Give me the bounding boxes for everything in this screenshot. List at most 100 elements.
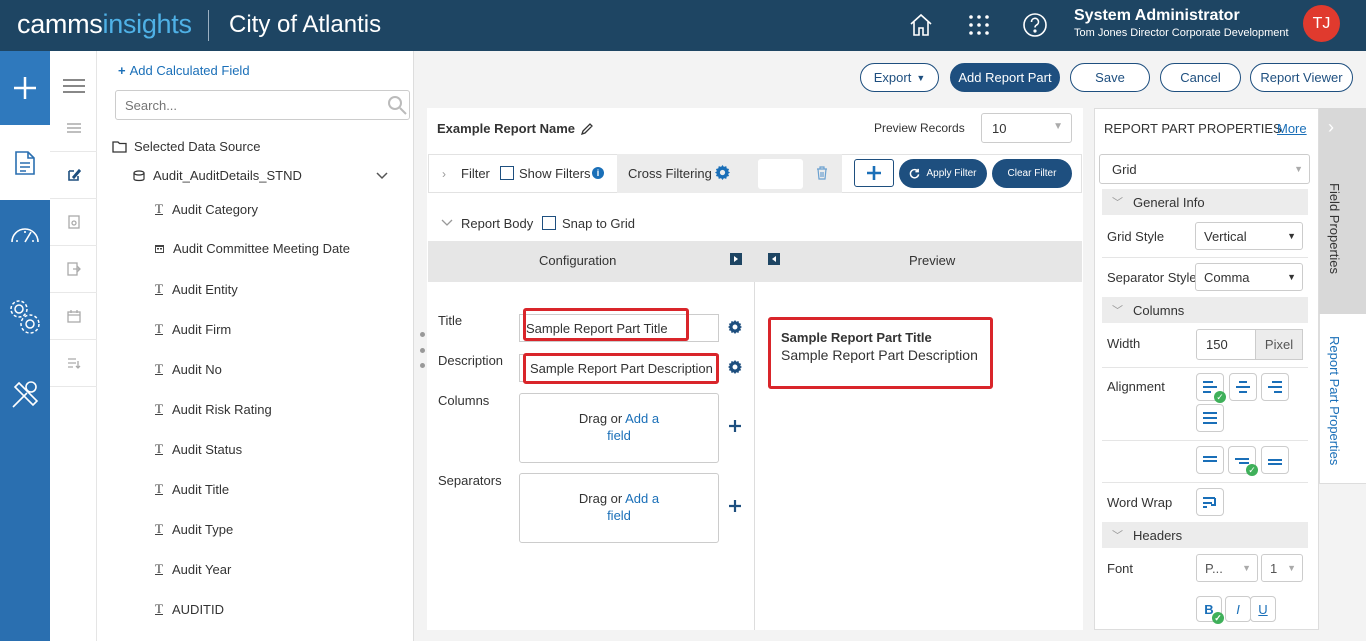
menu-icon[interactable] — [50, 62, 97, 109]
chevron-right-icon[interactable]: › — [1328, 117, 1334, 138]
cross-filter-toggle[interactable] — [758, 159, 803, 189]
avatar[interactable]: TJ — [1303, 5, 1340, 42]
separator-style-select[interactable]: Comma ▼ — [1195, 263, 1303, 291]
app-logo[interactable]: cammsinsights — [17, 9, 192, 40]
cancel-button[interactable]: Cancel — [1160, 63, 1241, 92]
underline-button[interactable]: U — [1250, 596, 1276, 622]
valign-top-button[interactable] — [1196, 446, 1224, 474]
chevron-down-icon[interactable] — [376, 171, 388, 180]
word-wrap-button[interactable] — [1196, 488, 1224, 516]
export-icon[interactable] — [50, 246, 97, 293]
tab-report-part-properties-label: Report Part Properties — [1327, 336, 1342, 466]
bold-button[interactable]: B ✓ — [1196, 596, 1224, 624]
reports-nav-item[interactable] — [0, 125, 50, 200]
valign-bottom-button[interactable] — [1261, 446, 1289, 474]
gear-icon[interactable] — [715, 165, 730, 183]
align-justify-button[interactable] — [1196, 404, 1224, 432]
data-source-item[interactable]: Audit_AuditDetails_STND — [133, 168, 388, 183]
show-filters-label: Show Filters — [519, 166, 591, 181]
tools-nav-item[interactable] — [0, 370, 50, 420]
schedule-icon[interactable] — [50, 293, 97, 340]
field-list-item[interactable]: T Audit Status — [155, 441, 242, 457]
align-center-button[interactable] — [1229, 373, 1257, 401]
apps-grid-icon[interactable] — [965, 11, 993, 39]
export-button[interactable]: Export ▼ — [860, 63, 939, 92]
text-field-icon: T — [155, 281, 163, 296]
columns-dropzone[interactable]: Drag or Add a field — [519, 393, 719, 463]
pencil-icon[interactable] — [580, 123, 593, 136]
field-list-item[interactable]: T AUDITID — [155, 601, 224, 617]
width-input[interactable]: 150 — [1196, 329, 1256, 360]
align-left-button[interactable]: ✓ — [1196, 373, 1226, 403]
chevron-down-icon[interactable] — [441, 219, 453, 227]
search-icon[interactable] — [387, 95, 407, 118]
add-column-field-link[interactable]: field — [607, 428, 631, 443]
part-type-select[interactable]: Grid ▼ — [1099, 154, 1310, 184]
title-settings-icon[interactable] — [728, 320, 742, 337]
info-icon[interactable]: i — [592, 167, 604, 179]
separators-dropzone[interactable]: Drag or Add a field — [519, 473, 719, 543]
filter-label[interactable]: Filter — [461, 166, 490, 181]
width-label: Width — [1107, 336, 1141, 351]
divider — [1102, 482, 1308, 483]
field-list-item[interactable]: T Audit Title — [155, 481, 229, 497]
word-wrap-icon — [1203, 497, 1216, 508]
folder-icon — [112, 141, 127, 153]
template-icon[interactable] — [50, 199, 97, 246]
report-viewer-button[interactable]: Report Viewer — [1250, 63, 1353, 92]
show-filters-checkbox[interactable] — [500, 166, 514, 180]
create-new-button[interactable] — [0, 51, 50, 125]
user-name[interactable]: System Administrator — [1074, 7, 1240, 25]
description-settings-icon[interactable] — [728, 360, 742, 377]
snap-to-grid-checkbox[interactable] — [542, 216, 556, 230]
field-list-item[interactable]: Audit Committee Meeting Date — [155, 241, 350, 256]
selected-data-source-node[interactable]: Selected Data Source — [112, 139, 260, 154]
add-filter-button[interactable] — [854, 159, 894, 187]
search-input[interactable] — [115, 90, 410, 120]
resize-handle[interactable] — [420, 332, 425, 368]
clear-filter-button[interactable]: Clear Filter — [992, 159, 1072, 188]
save-button[interactable]: Save — [1070, 63, 1150, 92]
field-list-item[interactable]: T Audit Risk Rating — [155, 401, 272, 417]
expand-right-icon[interactable] — [730, 253, 742, 268]
report-name[interactable]: Example Report Name — [437, 121, 593, 136]
add-separator-field-link[interactable]: field — [607, 508, 631, 523]
add-calculated-field-link[interactable]: + Add Calculated Field — [118, 63, 250, 78]
report-body-label[interactable]: Report Body — [461, 216, 533, 231]
expand-left-icon[interactable] — [768, 253, 780, 268]
apply-filter-button[interactable]: Apply Filter — [899, 159, 987, 188]
font-size-select[interactable]: 1 ▼ — [1261, 554, 1303, 582]
more-link[interactable]: More — [1277, 121, 1307, 136]
columns-section[interactable]: ﹀ Columns — [1102, 297, 1308, 323]
add-separator-plus-icon[interactable] — [729, 500, 741, 515]
italic-button[interactable]: I — [1225, 596, 1251, 622]
trash-icon[interactable] — [816, 166, 828, 183]
valign-middle-button[interactable]: ✓ — [1228, 446, 1258, 476]
field-list-item[interactable]: T Audit Category — [155, 201, 258, 217]
general-info-section[interactable]: ﹀ General Info — [1102, 189, 1308, 215]
field-list-item[interactable]: T Audit Type — [155, 521, 233, 537]
add-column-plus-icon[interactable] — [729, 420, 741, 435]
configuration-heading: Configuration — [539, 253, 617, 268]
preview-records-select[interactable]: 10 ▼ — [981, 113, 1072, 143]
add-separator-link[interactable]: Add a — [625, 491, 659, 506]
preview-box[interactable]: Sample Report Part Title Sample Report P… — [768, 317, 993, 389]
align-right-button[interactable] — [1261, 373, 1289, 401]
add-column-link[interactable]: Add a — [625, 411, 659, 426]
headers-section[interactable]: ﹀ Headers — [1102, 522, 1308, 548]
help-icon[interactable] — [1021, 11, 1049, 39]
chevron-right-icon[interactable]: › — [442, 167, 446, 181]
field-list-item[interactable]: T Audit Firm — [155, 321, 231, 337]
field-list-item[interactable]: T Audit Entity — [155, 281, 238, 297]
field-list-item[interactable]: T Audit No — [155, 361, 222, 377]
edit-report-icon[interactable] — [50, 152, 97, 199]
sort-icon[interactable] — [50, 340, 97, 387]
font-family-select[interactable]: P... ▼ — [1196, 554, 1258, 582]
field-list-item[interactable]: T Audit Year — [155, 561, 231, 577]
home-icon[interactable] — [907, 11, 935, 39]
list-view-icon[interactable] — [50, 105, 97, 152]
add-report-part-button[interactable]: Add Report Part — [950, 63, 1060, 92]
dashboard-nav-item[interactable] — [0, 210, 50, 260]
grid-style-select[interactable]: Vertical ▼ — [1195, 222, 1303, 250]
settings-nav-item[interactable] — [0, 290, 50, 345]
